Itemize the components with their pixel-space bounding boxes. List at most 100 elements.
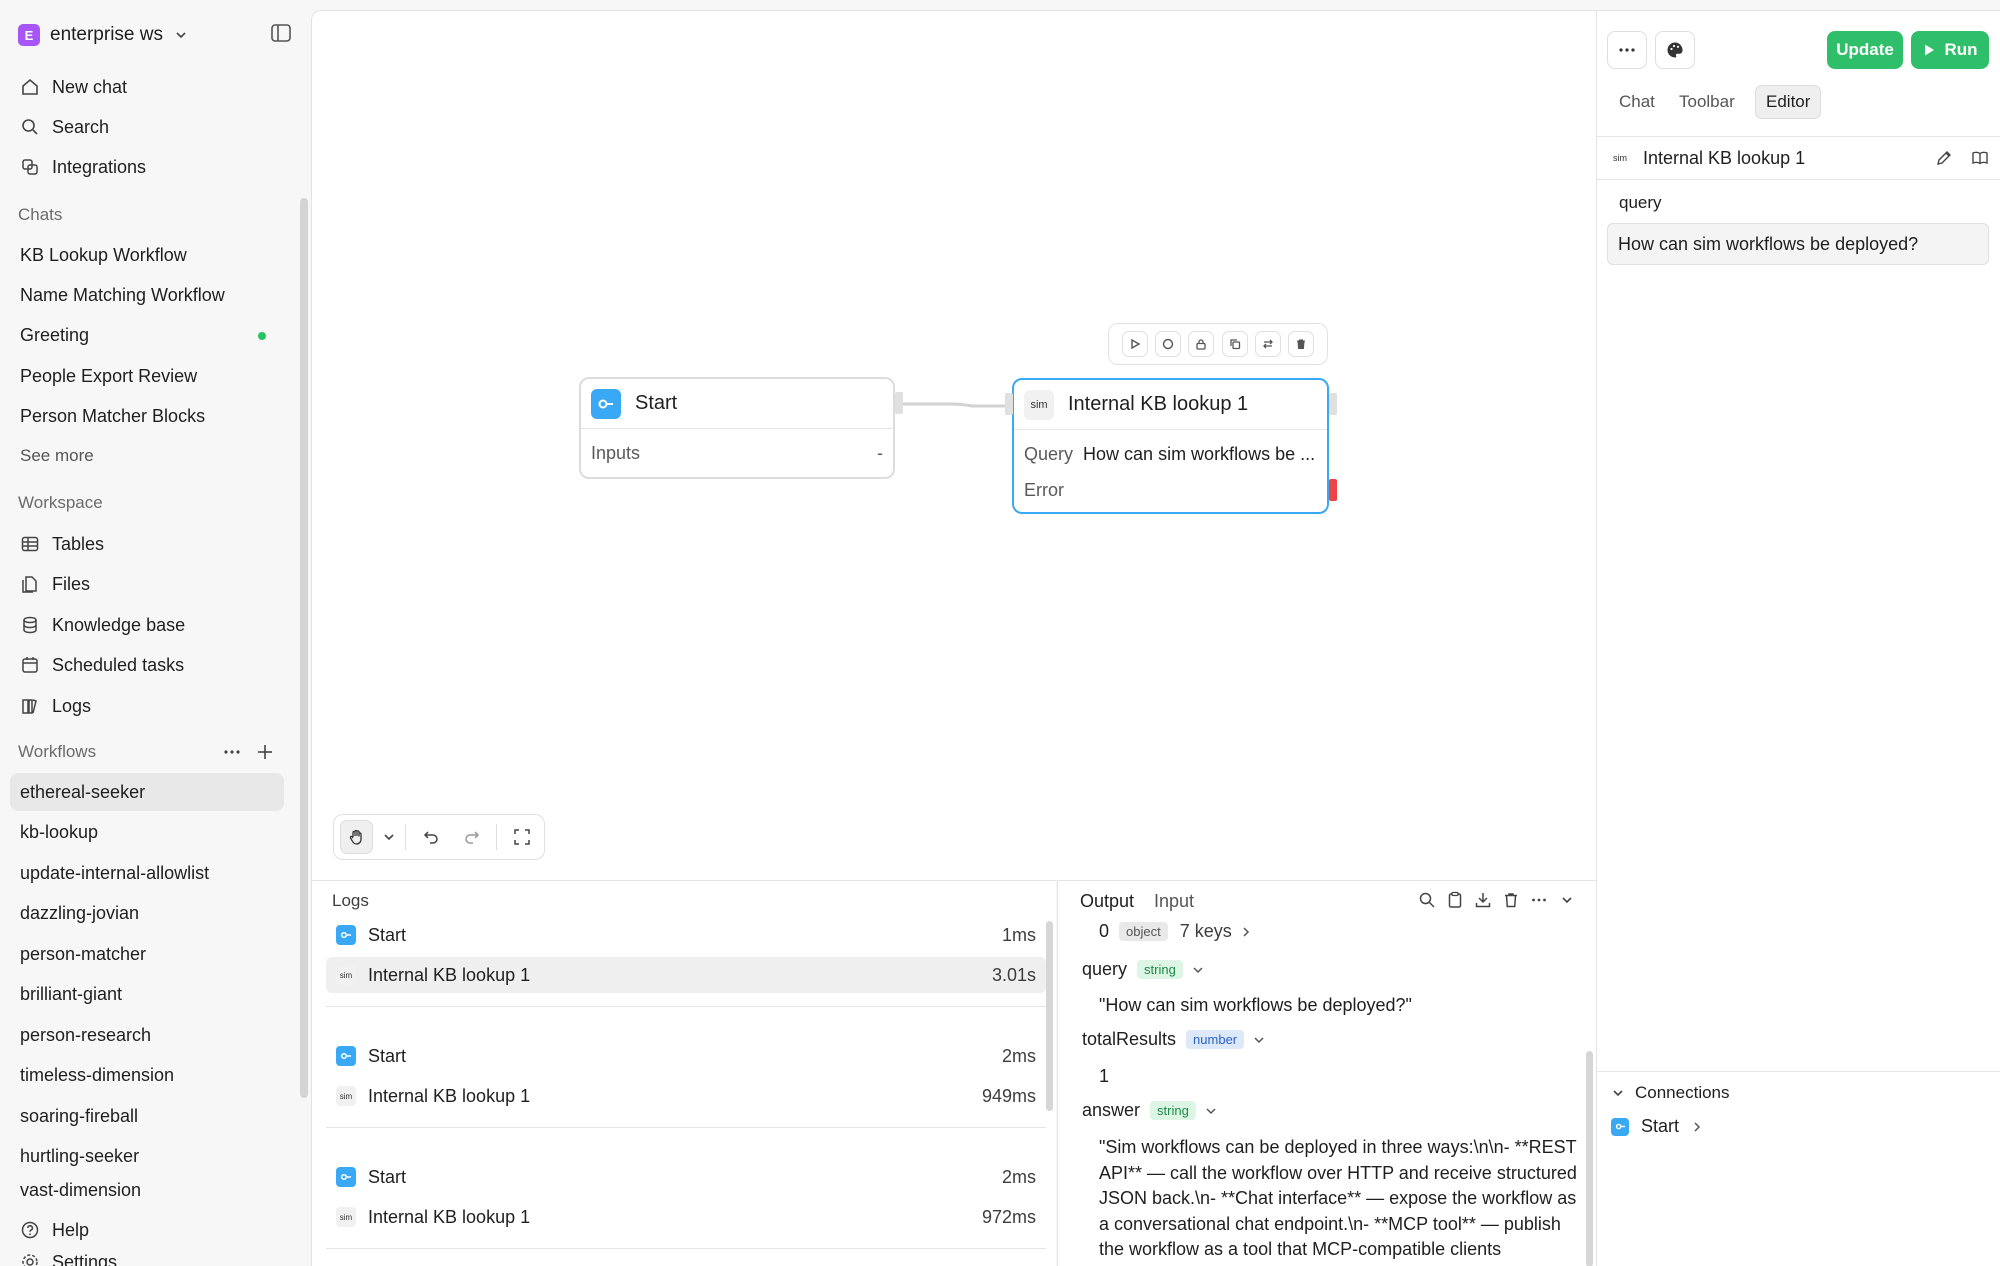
output-answer-value: "Sim workflows can be deployed in three … <box>1099 1137 1577 1259</box>
log-row[interactable]: Start 1ms <box>326 917 1046 953</box>
workflow-item[interactable]: vast-dimension <box>10 1178 284 1200</box>
log-name: Start <box>368 1045 407 1066</box>
log-row[interactable]: Start 2ms <box>326 1038 1046 1074</box>
download-icon[interactable] <box>1474 891 1492 909</box>
output-answer-key[interactable]: answer string <box>1082 1100 1218 1121</box>
workflow-item[interactable]: person-matcher <box>10 935 284 973</box>
workflow-item[interactable]: dazzling-jovian <box>10 894 284 932</box>
copy-icon[interactable] <box>1221 331 1248 357</box>
nav-logs-label: Logs <box>52 695 92 716</box>
sidebar-scrollbar[interactable] <box>300 198 308 1098</box>
nav-tables[interactable]: Tables <box>20 529 104 559</box>
chevron-down-icon[interactable] <box>381 829 397 845</box>
workflow-item[interactable]: brilliant-giant <box>10 975 284 1013</box>
chat-item[interactable]: Name Matching Workflow <box>20 280 225 310</box>
see-more-link[interactable]: See more <box>20 441 94 471</box>
workspace-switcher[interactable]: E enterprise ws <box>18 20 189 50</box>
output-query-key[interactable]: query string <box>1082 959 1205 980</box>
workflow-item[interactable]: hurtling-seeker <box>10 1137 284 1175</box>
log-row[interactable]: sim Internal KB lookup 1 949ms <box>326 1078 1046 1114</box>
log-duration: 1ms <box>1001 924 1036 945</box>
tab-toolbar[interactable]: Toolbar <box>1669 85 1745 119</box>
start-node[interactable]: Start Inputs - <box>579 377 895 479</box>
output-root-key[interactable]: 0 object 7 keys <box>1099 921 1252 942</box>
kb-output-handle[interactable] <box>1329 393 1337 415</box>
nav-search[interactable]: Search <box>20 112 109 142</box>
nav-settings[interactable]: Settings <box>20 1252 117 1266</box>
more-options-icon[interactable] <box>222 742 242 762</box>
nav-knowledge-base[interactable]: Knowledge base <box>20 610 185 640</box>
pencil-icon[interactable] <box>1935 149 1953 167</box>
workflow-item[interactable]: timeless-dimension <box>10 1056 284 1094</box>
nav-scheduled-tasks[interactable]: Scheduled tasks <box>20 650 184 680</box>
sidebar-toggle-icon[interactable] <box>270 22 294 46</box>
nav-files[interactable]: Files <box>20 569 90 599</box>
fit-view-icon[interactable] <box>505 820 538 854</box>
nav-integrations-label: Integrations <box>52 156 147 177</box>
add-workflow-icon[interactable] <box>255 742 275 762</box>
start-node-icon <box>591 388 621 419</box>
logs-panel: Logs Start 1ms sim Internal KB lookup 1 … <box>311 880 1056 1266</box>
divider <box>326 1248 1046 1249</box>
query-input[interactable]: How can sim workflows be deployed? <box>1607 223 1989 265</box>
output-total-results-key[interactable]: totalResults number <box>1082 1029 1266 1050</box>
nav-new-chat[interactable]: New chat <box>20 72 127 102</box>
kb-input-handle[interactable] <box>1005 393 1013 415</box>
undo-icon[interactable] <box>414 820 447 854</box>
connection-item[interactable]: Start <box>1611 1116 1703 1137</box>
log-row[interactable]: sim Internal KB lookup 1 972ms <box>326 1199 1046 1235</box>
workflow-item[interactable]: soaring-fireball <box>10 1097 284 1135</box>
workspace-name: enterprise ws <box>50 24 163 45</box>
update-button[interactable]: Update <box>1827 31 1903 69</box>
palette-icon[interactable] <box>1655 31 1695 69</box>
more-options-icon[interactable] <box>1607 31 1647 69</box>
chat-item[interactable]: Person Matcher Blocks <box>20 401 205 431</box>
workflow-item[interactable]: kb-lookup <box>10 813 284 851</box>
chevron-down-icon[interactable] <box>1558 891 1576 909</box>
log-row[interactable]: sim Internal KB lookup 1 3.01s <box>326 957 1046 993</box>
workflow-item[interactable]: update-internal-allowlist <box>10 854 284 892</box>
nav-logs[interactable]: Logs <box>20 691 91 721</box>
tab-chat[interactable]: Chat <box>1609 85 1665 119</box>
hand-tool-icon[interactable] <box>340 820 374 854</box>
trash-icon[interactable] <box>1287 331 1314 357</box>
tab-output[interactable]: Output <box>1080 891 1134 912</box>
chat-item[interactable]: Greeting <box>20 320 89 350</box>
output-query-value: "How can sim workflows be deployed?" <box>1099 995 1412 1015</box>
type-badge: string <box>1137 960 1183 979</box>
chat-item[interactable]: KB Lookup Workflow <box>20 240 187 270</box>
circle-toggle-icon[interactable] <box>1155 331 1182 357</box>
home-icon <box>22 78 38 95</box>
workflow-canvas[interactable]: Start Inputs - sim Internal KB lookup 1 … <box>311 10 1596 880</box>
redo-icon[interactable] <box>455 820 488 854</box>
clipboard-icon[interactable] <box>1446 891 1464 909</box>
sim-icon: sim <box>336 965 356 985</box>
chat-item[interactable]: People Export Review <box>20 361 197 391</box>
swap-icon[interactable] <box>1254 331 1281 357</box>
book-icon[interactable] <box>1971 149 1989 167</box>
start-output-handle[interactable] <box>895 392 903 414</box>
start-icon <box>336 925 356 945</box>
help-icon <box>21 1221 39 1239</box>
kb-lookup-node[interactable]: sim Internal KB lookup 1 Query How can s… <box>1012 378 1329 514</box>
more-options-icon[interactable] <box>1530 891 1548 909</box>
workflow-item[interactable]: person-research <box>10 1016 284 1054</box>
logs-scrollbar[interactable] <box>1046 921 1053 1111</box>
lock-icon[interactable] <box>1188 331 1215 357</box>
nav-integrations[interactable]: Integrations <box>20 152 146 182</box>
tab-input[interactable]: Input <box>1154 891 1194 912</box>
workflow-item[interactable]: ethereal-seeker <box>10 773 284 811</box>
output-scrollbar[interactable] <box>1586 1051 1593 1266</box>
trash-icon[interactable] <box>1502 891 1520 909</box>
log-row[interactable]: Start 2ms <box>326 1159 1046 1195</box>
search-icon[interactable] <box>1418 891 1436 909</box>
error-handle[interactable] <box>1329 479 1337 501</box>
divider <box>496 824 497 850</box>
node-toolbar <box>1108 323 1328 365</box>
tab-editor[interactable]: Editor <box>1755 85 1822 119</box>
chevron-down-icon <box>1613 1090 1623 1097</box>
play-icon[interactable] <box>1122 331 1149 357</box>
run-button[interactable]: Run <box>1911 31 1989 69</box>
nav-help[interactable]: Help <box>20 1215 89 1245</box>
connections-header[interactable]: Connections <box>1611 1083 1730 1103</box>
